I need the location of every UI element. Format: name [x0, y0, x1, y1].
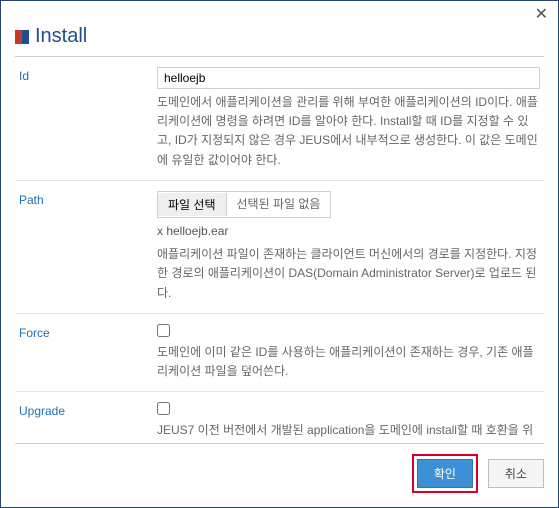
file-picker: 파일 선택 선택된 파일 없음: [157, 191, 331, 218]
file-name: x helloejb.ear: [157, 222, 540, 241]
close-icon[interactable]: ✕: [535, 7, 548, 23]
id-value-col: 도메인에서 애플리케이션을 관리를 위해 부여한 애플리케이션의 ID이다. 애…: [157, 67, 540, 170]
path-label: Path: [19, 191, 149, 303]
field-row-id: Id 도메인에서 애플리케이션을 관리를 위해 부여한 애플리케이션의 ID이다…: [15, 57, 544, 181]
form-area: Id 도메인에서 애플리케이션을 관리를 위해 부여한 애플리케이션의 ID이다…: [15, 56, 544, 444]
install-icon: [15, 30, 29, 44]
id-label: Id: [19, 67, 149, 170]
path-desc: 애플리케이션 파일이 존재하는 클라이언트 머신에서의 경로를 지정한다. 지정…: [157, 245, 540, 303]
button-row: 확인 취소: [1, 444, 558, 507]
title-row: Install: [1, 23, 558, 56]
path-value-col: 파일 선택 선택된 파일 없음 x helloejb.ear 애플리케이션 파일…: [157, 191, 540, 303]
dialog-title: Install: [35, 25, 87, 48]
force-value-col: 도메인에 이미 같은 ID를 사용하는 애플리케이션이 존재하는 경우, 기존 …: [157, 324, 540, 382]
id-desc: 도메인에서 애플리케이션을 관리를 위해 부여한 애플리케이션의 ID이다. 애…: [157, 93, 540, 170]
dialog-header: ✕: [1, 1, 558, 23]
force-label: Force: [19, 324, 149, 382]
cancel-button[interactable]: 취소: [488, 459, 544, 488]
field-row-path: Path 파일 선택 선택된 파일 없음 x helloejb.ear 애플리케…: [15, 181, 544, 314]
ok-button[interactable]: 확인: [417, 459, 473, 488]
install-dialog: ✕ Install Id 도메인에서 애플리케이션을 관리를 위해 부여한 애플…: [0, 0, 559, 508]
upgrade-desc: JEUS7 이전 버전에서 개발된 application을 도메인에 inst…: [157, 421, 540, 444]
force-desc: 도메인에 이미 같은 ID를 사용하는 애플리케이션이 존재하는 경우, 기존 …: [157, 343, 540, 381]
upgrade-label: Upgrade: [19, 402, 149, 444]
file-select-button[interactable]: 파일 선택: [158, 193, 227, 216]
force-checkbox[interactable]: [157, 324, 170, 337]
upgrade-checkbox[interactable]: [157, 402, 170, 415]
id-input[interactable]: [157, 67, 540, 89]
ok-highlight: 확인: [412, 454, 478, 493]
upgrade-value-col: JEUS7 이전 버전에서 개발된 application을 도메인에 inst…: [157, 402, 540, 444]
file-status: 선택된 파일 없음: [227, 192, 331, 217]
field-row-upgrade: Upgrade JEUS7 이전 버전에서 개발된 application을 도…: [15, 392, 544, 444]
field-row-force: Force 도메인에 이미 같은 ID를 사용하는 애플리케이션이 존재하는 경…: [15, 314, 544, 393]
